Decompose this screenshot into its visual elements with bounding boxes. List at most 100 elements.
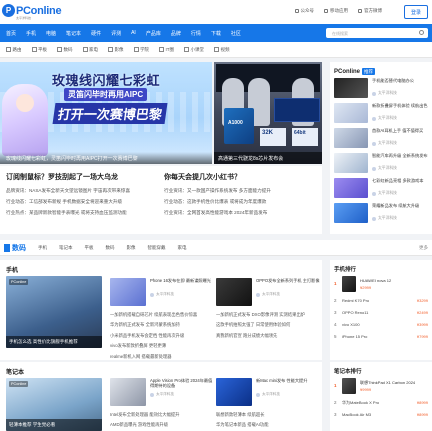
headline-item[interactable]: 行业资讯：又一款国产操作系统发布 多方面能力提升	[164, 188, 314, 194]
subnav-item-2[interactable]: 数码	[57, 47, 73, 53]
rank-number: 1	[334, 383, 337, 388]
login-button[interactable]: 登录	[404, 5, 428, 19]
sidebar-article[interactable]: 手机能否替代电脑办公 太平洋科技	[334, 78, 430, 100]
nav-item-brands[interactable]: 品牌	[171, 30, 181, 37]
headline-item[interactable]: 品牌资讯：NASA发布全新天文望远镜图片 宇宙再次带来惊喜	[6, 188, 156, 194]
section-tab-5[interactable]: 智能穿戴	[148, 245, 166, 251]
news-list-item[interactable]: AMD新品曝光 游戏性能再升级	[110, 422, 214, 428]
news-card[interactable]: Phone 16发布在即 最新谍照曝光 太平洋科技	[110, 278, 214, 308]
headline-item[interactable]: 行业动态：工信部发布新规 手机数据安全将迎来重大升级	[6, 199, 156, 205]
rank-row[interactable]: 3 OPPO Reno11 ¥2499	[334, 310, 428, 317]
article-title: 七彩虹新品亮相 多款游戏本	[372, 178, 424, 183]
nav-item-download[interactable]: 下载	[211, 30, 221, 37]
rank-row[interactable]: 3 MacBook Air M3 ¥8999	[334, 412, 428, 419]
subnav-item-7[interactable]: 小课堂	[184, 47, 205, 53]
sidebar-title: PConline	[334, 68, 361, 75]
event-screen	[274, 98, 320, 122]
section-tab-1[interactable]: 笔记本	[59, 245, 73, 251]
news-card[interactable]: 新Mac mini发布 性能大提升 太平洋科技	[216, 378, 320, 408]
subnav-item-6[interactable]: IT圈	[159, 47, 175, 53]
headline-title-right[interactable]: 你每天会提几次小红书？	[164, 172, 314, 182]
section-label: 笔记本	[6, 370, 25, 376]
section-tab-3[interactable]: 数码	[106, 245, 115, 251]
headline-item[interactable]: 行业资讯：全网首发高性能游戏本 2024年新品发布	[164, 210, 314, 216]
news-list-item[interactable]: 联想新款轻薄本 续航超长	[216, 412, 320, 418]
news-list-item[interactable]: 一加新机搭载自研芯片 续航表现出色售价惊喜	[110, 312, 214, 318]
news-list-item[interactable]: 小米新品手机发布会定档 性能再次升级	[110, 333, 214, 339]
article-meta: 太平洋科技	[372, 91, 397, 96]
source-tag: PConline	[9, 381, 29, 387]
article-meta: 太平洋科技	[372, 216, 397, 221]
rank-row[interactable]: 5 iPhone 15 Pro ¥7999	[334, 334, 428, 341]
news-list-item[interactable]: 华为笔记本新品 搭载AI功能	[216, 422, 320, 428]
section-tab-2[interactable]: 平板	[85, 245, 94, 251]
card-title: OPPO发布全新系列手机 主打影像	[256, 278, 320, 283]
nav-item-review[interactable]: 评测	[111, 30, 121, 37]
hero-banner-main[interactable]: 玫瑰线闪耀七彩虹 灵笛闪毕时再用AIPC 打开一次赛博巴黎 玫瑰线闪耀七彩虹，灵…	[0, 62, 212, 164]
subnav-item-1[interactable]: 平板	[32, 47, 47, 53]
article-meta: 太平洋科技	[372, 141, 397, 146]
feature-article[interactable]: PConline 轻薄本推荐 学生党必看	[6, 378, 102, 431]
news-list-item[interactable]: 一加新机正式发布 DXO影像评测 实测结果出炉	[216, 312, 320, 318]
sidebar-article[interactable]: 荣耀新品发布 续航大升级 太平洋科技	[334, 203, 430, 225]
rank-row[interactable]: 4 vivo X100 ¥3999	[334, 322, 428, 329]
rank-number: 1	[334, 281, 337, 286]
sidebar-badge: 推荐	[362, 68, 376, 75]
nav-item-notebook[interactable]: 笔记本	[66, 30, 81, 37]
top-link-2[interactable]: 官方微博	[358, 8, 382, 14]
rank-title: 笔记本排行	[334, 369, 362, 375]
product-thumbnail	[342, 378, 356, 394]
headline-item[interactable]: 行业动态：这款手机性价比爆表 或将成为年度爆款	[164, 199, 314, 205]
rank-row[interactable]: 2 Redmi K70 Pro ¥3299	[334, 298, 428, 305]
rank-row[interactable]: 2 华为MateBook X Pro ¥8999	[334, 400, 428, 407]
search-input[interactable]: 在线搜索	[326, 28, 428, 38]
rank-top-item[interactable]: 1 联想ThinkPad X1 Carbon 2024 ¥9999	[334, 378, 428, 394]
sidebar-article[interactable]: 七彩虹新品亮相 多款游戏本 太平洋科技	[334, 178, 430, 200]
sidebar-header: PConline 推荐	[334, 68, 376, 75]
sidebar-article[interactable]: 智能汽车再升级 全新系统发布 太平洋科技	[334, 153, 430, 175]
subnav-item-8[interactable]: 视频	[214, 47, 230, 53]
article-meta: 太平洋科技	[372, 191, 397, 196]
author-avatar-icon	[372, 116, 376, 121]
spec-panel-b: 64bit	[292, 128, 318, 146]
card-title: Phone 16发布在即 最新谍照曝光	[150, 278, 211, 283]
headline-item[interactable]: 行业热点：某品牌新款智能手表曝光 或将支持血压监测功能	[6, 210, 156, 216]
news-list-item[interactable]: vivo发布新款折叠屏 更轻更薄	[110, 343, 214, 349]
section-more-link[interactable]: 更多	[419, 245, 428, 251]
hero-title-line3: 打开一次赛博巴黎	[52, 103, 168, 124]
hero-secondary-caption[interactable]: 高通第三代骁龙8s芯片发布会	[214, 152, 322, 164]
hero-banner-secondary[interactable]: A1000 32K 64bit 高通第三代骁龙8s芯片发布会	[214, 62, 322, 164]
top-link-0[interactable]: 公众号	[294, 8, 314, 14]
nav-item-phone[interactable]: 手机	[26, 30, 36, 37]
nav-item-pc[interactable]: 电脑	[46, 30, 56, 37]
nav-item-ai[interactable]: AI	[131, 30, 136, 36]
news-list-item[interactable]: Intel发布全新处理器 能效比大幅提升	[110, 412, 214, 418]
news-card[interactable]: Apple Vision Pro体验 2024年最值得期待的设备 太平洋科技	[110, 378, 214, 408]
nav-item-home[interactable]: 首页	[6, 30, 16, 37]
subnav-item-5[interactable]: 学院	[134, 47, 149, 53]
hero-caption[interactable]: 玫瑰线闪耀七彩虹，灵笛闪毕时再用AIPC打开一次赛博巴黎	[0, 152, 212, 164]
news-list-item[interactable]: 真我新机官宣 跑分成绩大幅领先	[216, 333, 320, 339]
feature-article[interactable]: PConline 手机怎么选 高性价比旗舰手机推荐	[6, 276, 102, 348]
top-link-1[interactable]: 移动应用	[324, 8, 348, 14]
section-tab-0[interactable]: 手机	[38, 245, 47, 251]
headline-title-left[interactable]: 订阅制鼠标？罗技刮起了一场大乌龙	[6, 172, 156, 182]
nav-item-community[interactable]: 社区	[231, 30, 241, 37]
news-list-item[interactable]: 这款手机拍照太强了 日常使用体验如何	[216, 322, 320, 328]
search-icon[interactable]	[419, 30, 424, 35]
section-tab-4[interactable]: 影像	[127, 245, 136, 251]
rank-top-item[interactable]: 1 HUAWEI nova 12 ¥2999	[334, 276, 428, 292]
subnav-item-3[interactable]: 家电	[83, 47, 98, 53]
site-logo[interactable]: P PConline	[2, 4, 62, 17]
nav-item-hardware[interactable]: 硬件	[91, 30, 101, 37]
section-tab-6[interactable]: 家电	[178, 245, 187, 251]
subnav-item-4[interactable]: 影像	[108, 47, 124, 53]
news-list-item[interactable]: realme新机入网 搭载最新处理器	[110, 354, 214, 360]
sidebar-article[interactable]: 首款AI耳机上手 值不值得买 太平洋科技	[334, 128, 430, 150]
nav-item-market[interactable]: 行情	[191, 30, 201, 37]
news-list-item[interactable]: 华为新机正式发布 全新鸿蒙系统加持	[110, 322, 214, 328]
news-card[interactable]: OPPO发布全新系列手机 主打影像 太平洋科技	[216, 278, 320, 308]
nav-item-products[interactable]: 产品库	[146, 30, 161, 37]
subnav-item-0[interactable]: 路由	[6, 47, 22, 53]
sidebar-article[interactable]: 新款折叠屏手机体验 续航出色 太平洋科技	[334, 103, 430, 125]
